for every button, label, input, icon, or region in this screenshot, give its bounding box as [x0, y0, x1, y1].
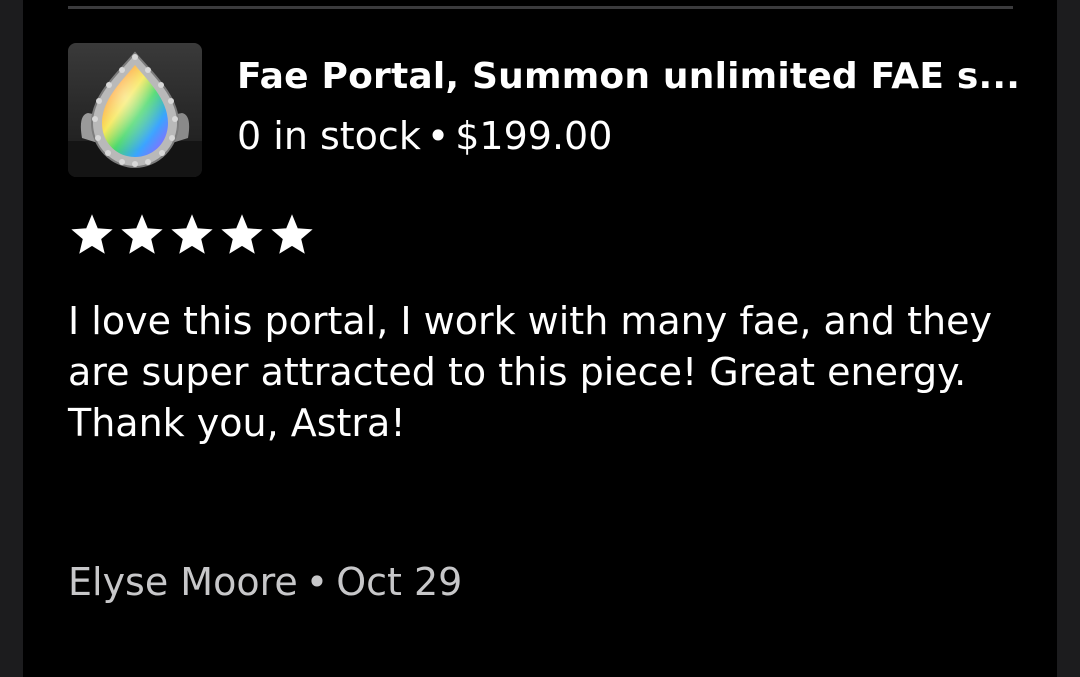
- reviewer-name[interactable]: Elyse Moore: [68, 560, 298, 604]
- stock-status: 0 in stock: [237, 114, 421, 158]
- review-date: Oct 29: [336, 560, 463, 604]
- star-icon: [71, 214, 113, 254]
- review-byline: Elyse Moore • Oct 29: [68, 560, 462, 604]
- review-text: I love this portal, I work with many fae…: [68, 299, 992, 445]
- product-title[interactable]: Fae Portal, Summon unlimited FAE s...: [237, 56, 1017, 97]
- review-card: Fae Portal, Summon unlimited FAE s... 0 …: [23, 0, 1057, 677]
- star-icon: [221, 214, 263, 254]
- rainbow-teardrop-ring-photo: [68, 43, 202, 177]
- star-icon: [271, 214, 313, 254]
- product-thumbnail[interactable]: [68, 43, 202, 177]
- star-icon: [121, 214, 163, 254]
- top-divider: [68, 6, 1013, 9]
- star-icon: [171, 214, 213, 254]
- product-meta: 0 in stock • $199.00: [237, 114, 612, 158]
- meta-separator: •: [426, 114, 450, 158]
- byline-separator: •: [305, 560, 329, 604]
- product-price: $199.00: [455, 114, 613, 158]
- star-rating: [70, 213, 314, 257]
